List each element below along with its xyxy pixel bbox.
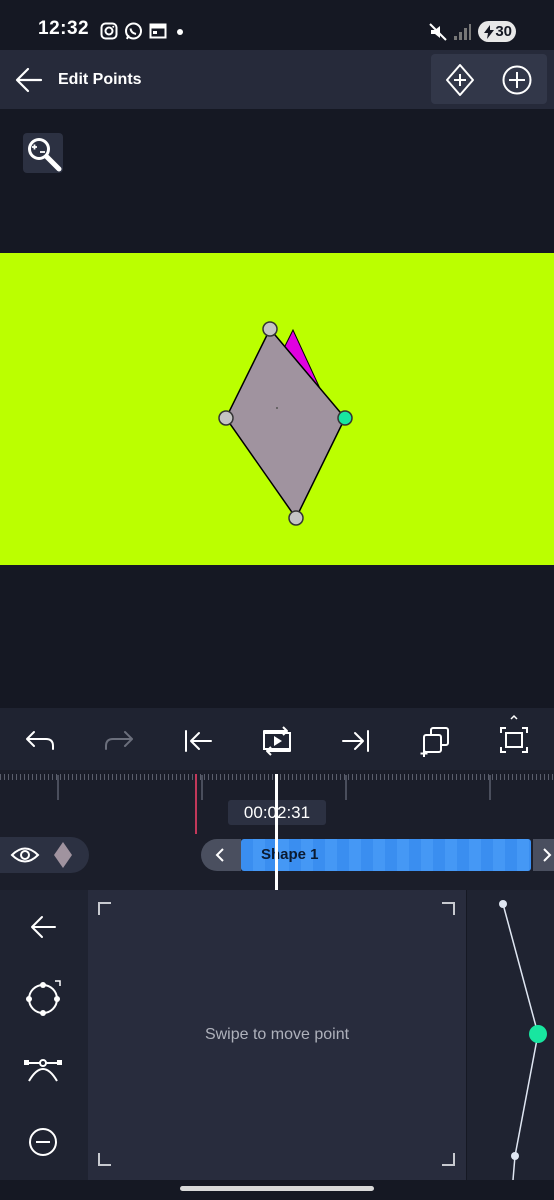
status-notification-icons [100, 22, 187, 42]
graph-point-bottom[interactable] [511, 1152, 519, 1160]
graph-point-top[interactable] [499, 900, 507, 908]
charging-bolt-icon [484, 24, 495, 39]
bezier-handle-icon[interactable] [23, 1055, 63, 1083]
whatsapp-icon [125, 22, 142, 40]
in-point-marker[interactable] [195, 774, 197, 834]
jump-end-icon[interactable] [340, 727, 372, 755]
loop-play-icon[interactable] [260, 725, 294, 757]
control-point-top[interactable] [262, 321, 278, 337]
clip-prev-button[interactable] [201, 839, 241, 871]
layer-controls [0, 837, 89, 873]
back-icon[interactable] [28, 913, 58, 941]
undo-icon[interactable] [24, 727, 56, 755]
zoom-button[interactable] [23, 133, 63, 173]
control-point-left[interactable] [218, 410, 234, 426]
control-point-right-selected[interactable] [337, 410, 353, 426]
shape-center-dot [276, 407, 278, 409]
instagram-icon [100, 22, 118, 40]
chevron-right-icon [543, 848, 552, 862]
clip-next-button[interactable] [533, 839, 554, 871]
zoom-magnifier-icon [28, 138, 62, 172]
dot-icon [177, 29, 183, 35]
signal-icon [454, 24, 471, 40]
chevron-left-icon [215, 848, 224, 862]
duplicate-icon[interactable] [419, 724, 453, 758]
jump-start-icon[interactable] [182, 727, 214, 755]
calendar-icon [149, 23, 167, 39]
curve-point-icon[interactable] [24, 978, 64, 1018]
visibility-eye-icon[interactable] [10, 845, 40, 865]
battery-indicator: 30 [478, 21, 516, 42]
battery-level: 30 [495, 23, 512, 40]
playhead[interactable] [275, 774, 278, 890]
diamond-shape[interactable] [225, 327, 346, 520]
control-point-bottom[interactable] [288, 510, 304, 526]
add-point-icon[interactable] [501, 64, 533, 96]
swipe-hint: Swipe to move point [204, 1026, 350, 1043]
remove-point-icon[interactable] [28, 1127, 58, 1157]
add-keyframe-diamond-icon[interactable] [444, 63, 476, 97]
page-title: Edit Points [58, 71, 142, 88]
back-arrow-icon[interactable] [14, 66, 44, 94]
clip-label: Shape 1 [261, 846, 319, 863]
status-time: 12:32 [38, 18, 90, 39]
graph-point-selected[interactable] [529, 1025, 547, 1043]
redo-icon [105, 731, 133, 750]
shape-layer-diamond-icon[interactable] [53, 841, 73, 869]
mute-icon [429, 23, 447, 41]
graph-curve[interactable] [467, 890, 554, 1180]
home-indicator[interactable] [180, 1186, 374, 1191]
fit-frame-icon[interactable] [497, 714, 531, 758]
shape-editor[interactable] [210, 310, 370, 540]
